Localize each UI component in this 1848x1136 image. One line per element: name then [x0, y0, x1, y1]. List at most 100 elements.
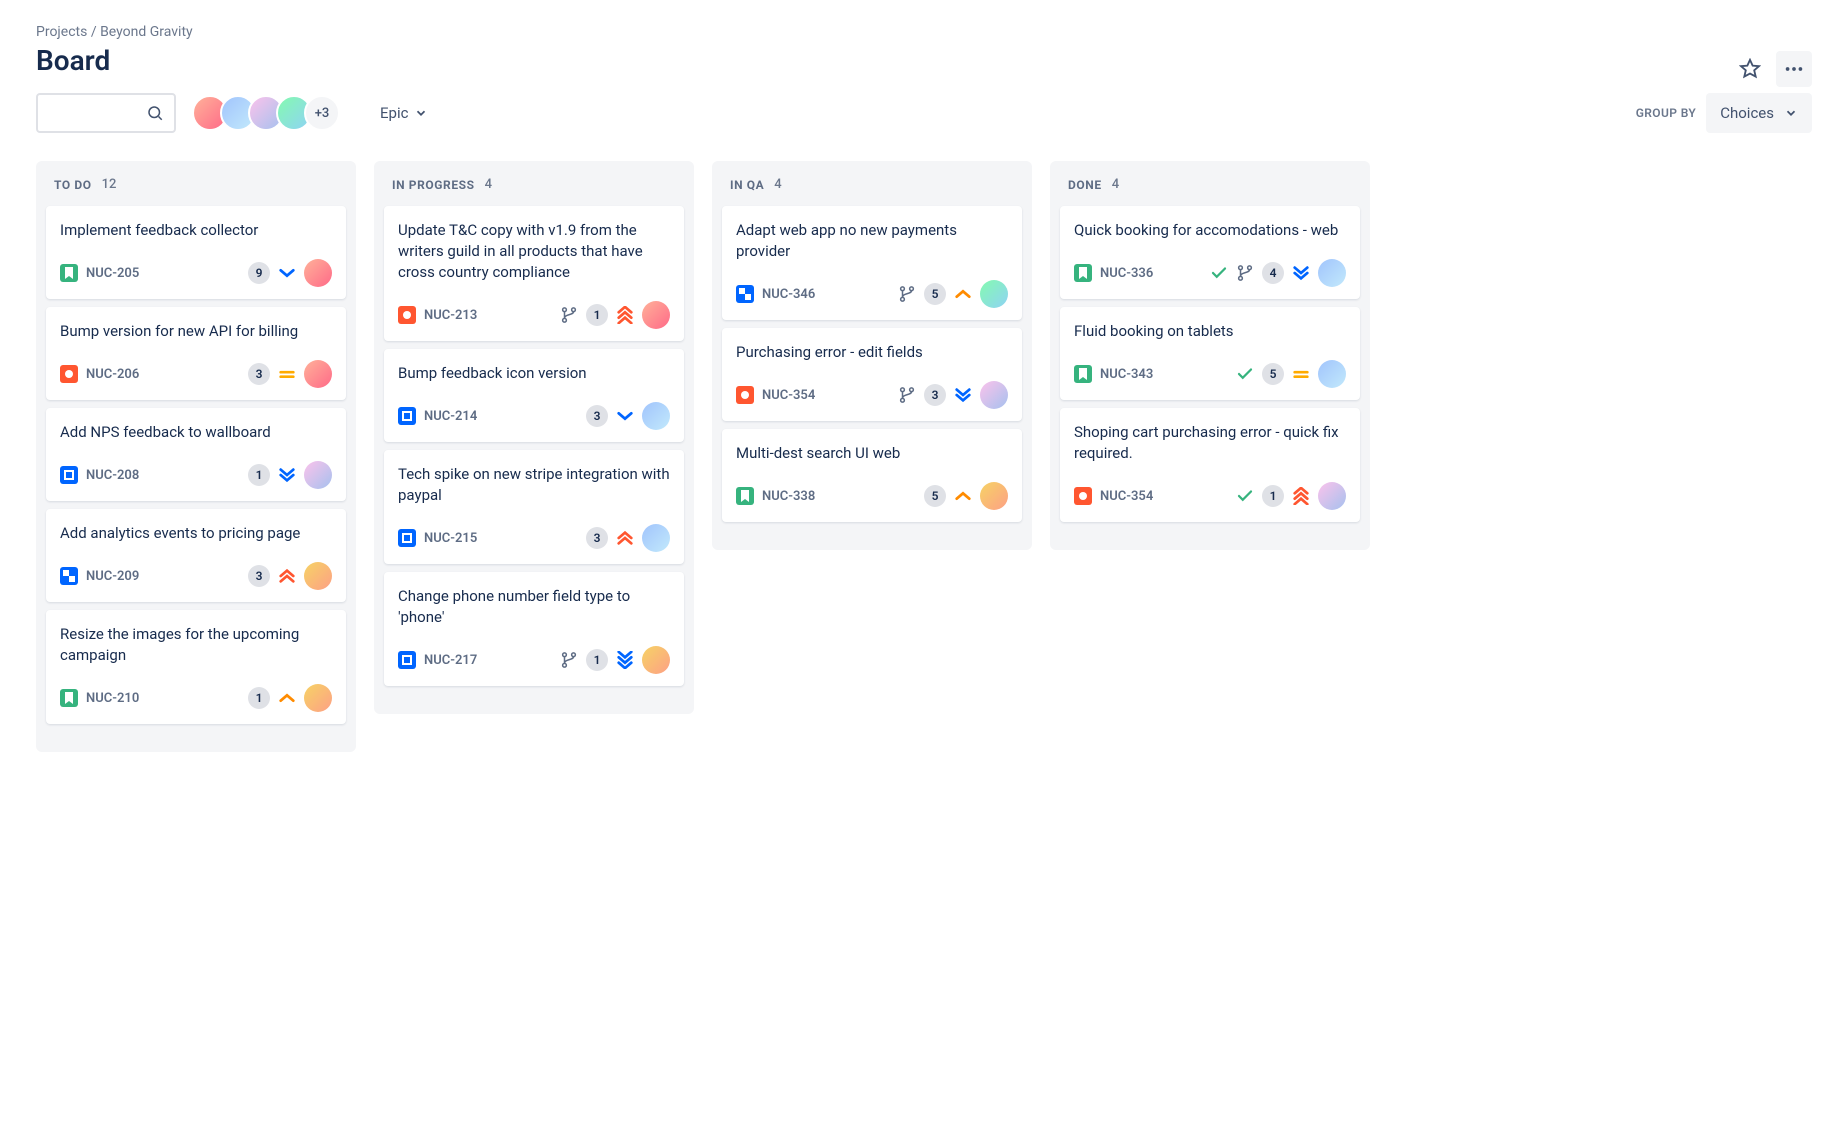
issue-type-icon [398, 651, 416, 669]
story-points: 1 [1262, 485, 1284, 507]
priority-icon [1292, 487, 1310, 505]
star-button[interactable] [1732, 51, 1768, 87]
issue-key: NUC-338 [762, 489, 815, 504]
card[interactable]: Purchasing error - edit fields NUC-354 3 [722, 328, 1022, 421]
card[interactable]: Tech spike on new stripe integration wit… [384, 450, 684, 564]
breadcrumb: Projects / Beyond Gravity [36, 24, 1812, 40]
column-count: 4 [774, 177, 781, 192]
card[interactable]: Bump feedback icon version NUC-214 3 [384, 349, 684, 442]
card-footer: NUC-346 5 [736, 280, 1008, 308]
issue-type-icon [736, 487, 754, 505]
card-title: Change phone number field type to 'phone… [398, 586, 670, 628]
card-right: 3 [586, 524, 670, 552]
assignee-avatar[interactable] [304, 360, 332, 388]
column-header: IN PROGRESS 4 [384, 175, 684, 206]
card[interactable]: Add analytics events to pricing page NUC… [46, 509, 346, 602]
card-title: Adapt web app no new payments provider [736, 220, 1008, 262]
issue-type-icon [60, 264, 78, 282]
priority-icon [616, 529, 634, 547]
column-count: 12 [102, 177, 117, 192]
assignee-avatar[interactable] [642, 524, 670, 552]
chevron-down-icon [414, 106, 428, 120]
card-footer: NUC-343 5 [1074, 360, 1346, 388]
done-check-icon [1236, 487, 1254, 505]
epic-filter-label: Epic [380, 104, 408, 122]
card[interactable]: Resize the images for the upcoming campa… [46, 610, 346, 724]
card[interactable]: Shoping cart purchasing error - quick fi… [1060, 408, 1360, 522]
column: IN QA 4 Adapt web app no new payments pr… [712, 161, 1032, 550]
card-right: 3 [248, 360, 332, 388]
card-left: NUC-213 [398, 306, 477, 324]
assignee-avatar[interactable] [304, 562, 332, 590]
avatar-more[interactable]: +3 [304, 95, 340, 131]
column-header: TO DO 12 [46, 175, 346, 206]
issue-key: NUC-210 [86, 691, 139, 706]
branch-icon [898, 386, 916, 404]
priority-icon [278, 365, 296, 383]
breadcrumb-root[interactable]: Projects [36, 24, 87, 40]
card-title: Implement feedback collector [60, 220, 332, 241]
card-title: Add analytics events to pricing page [60, 523, 332, 544]
branch-icon [1236, 264, 1254, 282]
issue-type-icon [398, 529, 416, 547]
assignee-avatar[interactable] [304, 684, 332, 712]
card-title: Bump feedback icon version [398, 363, 670, 384]
priority-icon [278, 567, 296, 585]
card-left: NUC-338 [736, 487, 815, 505]
card[interactable]: Adapt web app no new payments provider N… [722, 206, 1022, 320]
card-title: Fluid booking on tablets [1074, 321, 1346, 342]
issue-key: NUC-205 [86, 266, 139, 281]
column: DONE 4 Quick booking for accomodations -… [1050, 161, 1370, 550]
epic-filter[interactable]: Epic [380, 104, 428, 122]
card[interactable]: Fluid booking on tablets NUC-343 5 [1060, 307, 1360, 400]
card-right: 9 [248, 259, 332, 287]
card-left: NUC-346 [736, 285, 815, 303]
assignee-avatar[interactable] [642, 402, 670, 430]
breadcrumb-project[interactable]: Beyond Gravity [100, 24, 193, 40]
assignee-avatar[interactable] [980, 482, 1008, 510]
priority-icon [616, 306, 634, 324]
chevron-down-icon [1784, 106, 1798, 120]
card-footer: NUC-214 3 [398, 402, 670, 430]
card-footer: NUC-209 3 [60, 562, 332, 590]
card-footer: NUC-217 1 [398, 646, 670, 674]
search-input[interactable] [36, 93, 176, 133]
assignee-avatar[interactable] [642, 646, 670, 674]
card[interactable]: Multi-dest search UI web NUC-338 5 [722, 429, 1022, 522]
assignee-avatar[interactable] [304, 259, 332, 287]
card[interactable]: Add NPS feedback to wallboard NUC-208 1 [46, 408, 346, 501]
done-check-icon [1210, 264, 1228, 282]
group-by-select[interactable]: Choices [1706, 93, 1812, 133]
card-title: Add NPS feedback to wallboard [60, 422, 332, 443]
issue-key: NUC-343 [1100, 367, 1153, 382]
column-count: 4 [1112, 177, 1119, 192]
card[interactable]: Implement feedback collector NUC-205 9 [46, 206, 346, 299]
assignee-avatar[interactable] [980, 280, 1008, 308]
story-points: 3 [586, 405, 608, 427]
card-left: NUC-217 [398, 651, 477, 669]
assignee-avatar[interactable] [1318, 482, 1346, 510]
assignee-avatar[interactable] [1318, 360, 1346, 388]
card[interactable]: Change phone number field type to 'phone… [384, 572, 684, 686]
assignee-avatar[interactable] [1318, 259, 1346, 287]
priority-icon [1292, 264, 1310, 282]
more-button[interactable] [1776, 51, 1812, 87]
card[interactable]: Quick booking for accomodations - web NU… [1060, 206, 1360, 299]
card-footer: NUC-205 9 [60, 259, 332, 287]
column-count: 4 [485, 177, 492, 192]
issue-type-icon [1074, 264, 1092, 282]
assignee-avatar[interactable] [642, 301, 670, 329]
card-left: NUC-205 [60, 264, 139, 282]
assignee-avatar[interactable] [980, 381, 1008, 409]
issue-key: NUC-346 [762, 287, 815, 302]
card-footer: NUC-354 3 [736, 381, 1008, 409]
issue-key: NUC-213 [424, 308, 477, 323]
issue-type-icon [736, 285, 754, 303]
assignee-avatar[interactable] [304, 461, 332, 489]
card[interactable]: Bump version for new API for billing NUC… [46, 307, 346, 400]
priority-icon [278, 264, 296, 282]
priority-icon [616, 651, 634, 669]
priority-icon [954, 487, 972, 505]
card[interactable]: Update T&C copy with v1.9 from the write… [384, 206, 684, 341]
more-icon [1783, 58, 1805, 80]
